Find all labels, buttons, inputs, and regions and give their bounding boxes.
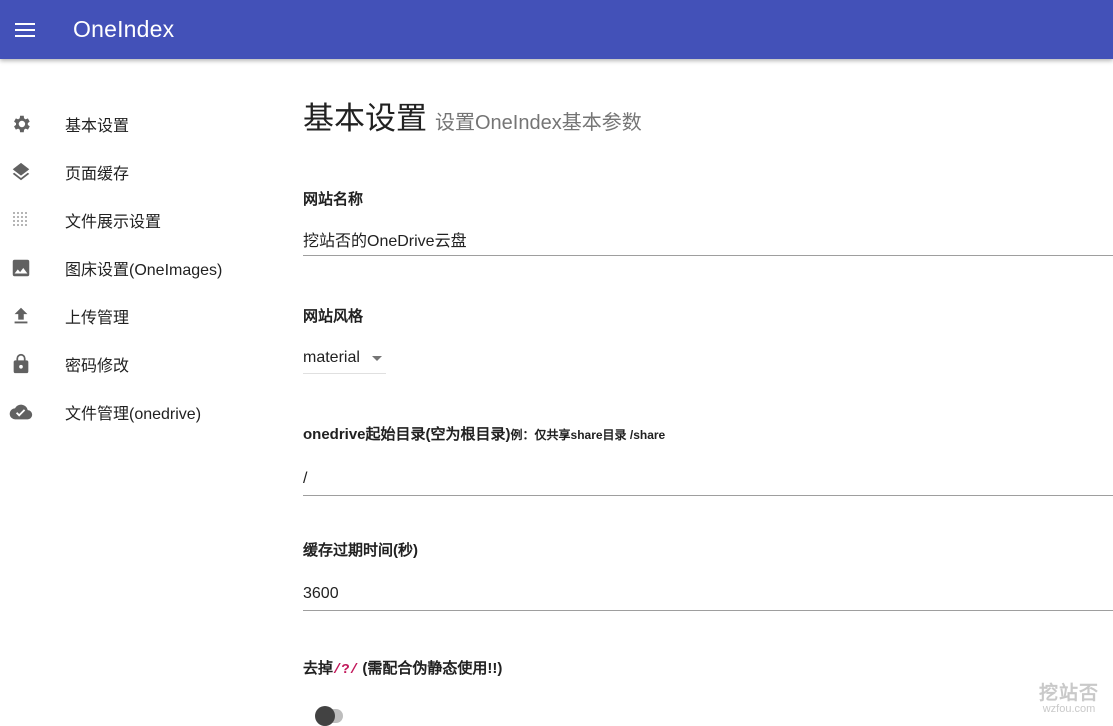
- page-subtitle: 设置OneIndex基本参数: [435, 112, 642, 134]
- lock-icon: [0, 352, 42, 376]
- gear-icon: [0, 112, 42, 136]
- cloud-done-icon: [0, 400, 42, 424]
- root-dir-hint: 例：仅共享share目录 /share: [510, 428, 666, 442]
- cache-expire-label: 缓存过期时间(秒): [303, 542, 418, 559]
- dropdown-arrow-icon: [371, 355, 382, 361]
- cache-expire-field: 缓存过期时间(秒): [303, 539, 1113, 611]
- site-name-input[interactable]: [303, 223, 1113, 256]
- root-dir-field: onedrive起始目录(空为根目录)例：仅共享share目录 /share: [303, 423, 1113, 496]
- sidebar-item-page-cache[interactable]: 页面缓存: [0, 148, 270, 196]
- image-icon: [0, 256, 42, 280]
- sidebar-item-label: 页面缓存: [65, 166, 130, 183]
- layers-icon: [0, 160, 42, 184]
- watermark-sub: wzfou.com: [1042, 703, 1096, 715]
- sidebar-item-label: 上传管理: [65, 310, 130, 327]
- root-dir-label: onedrive起始目录(空为根目录)例：仅共享share目录 /share: [303, 423, 1113, 444]
- menu-button[interactable]: [0, 5, 50, 55]
- sidebar-item-file-management[interactable]: 文件管理(onedrive): [0, 388, 270, 436]
- grid-dots-icon: [0, 208, 42, 232]
- remove-qs-field: 去掉/?/ (需配合伪静态使用!!): [303, 657, 1113, 726]
- main-content: 基本设置 设置OneIndex基本参数 网站名称 网站风格 material o…: [303, 93, 1113, 726]
- remove-qs-code: /?/: [333, 662, 359, 678]
- remove-qs-label-prefix: 去掉: [303, 660, 334, 677]
- remove-qs-label: 去掉/?/ (需配合伪静态使用!!): [303, 657, 1113, 678]
- cache-expire-input[interactable]: [303, 578, 1113, 611]
- root-dir-label-text: onedrive起始目录(空为根目录): [303, 426, 511, 443]
- root-dir-input[interactable]: [303, 463, 1113, 496]
- menu-icon: [15, 22, 35, 37]
- page-heading: 基本设置 设置OneIndex基本参数: [303, 93, 1113, 139]
- sidebar-item-password[interactable]: 密码修改: [0, 340, 270, 388]
- app-title: OneIndex: [73, 16, 175, 42]
- sidebar-item-label: 图床设置(OneImages): [65, 262, 223, 279]
- app-bar: OneIndex: [0, 0, 1113, 59]
- site-name-label: 网站名称: [303, 191, 364, 208]
- watermark: 挖站否 wzfou.com: [1039, 678, 1099, 715]
- site-style-field: 网站风格 material: [303, 305, 1113, 374]
- sidebar-item-basic-settings[interactable]: 基本设置: [0, 100, 270, 148]
- watermark-main: 挖站否: [1038, 683, 1099, 704]
- site-style-label: 网站风格: [303, 308, 364, 325]
- toggle-thumb: [315, 706, 335, 726]
- sidebar-item-label: 密码修改: [65, 358, 130, 375]
- upload-icon: [0, 304, 42, 328]
- sidebar-item-label: 文件管理(onedrive): [65, 406, 202, 423]
- sidebar-item-upload-management[interactable]: 上传管理: [0, 292, 270, 340]
- remove-qs-label-suffix: (需配合伪静态使用!!): [358, 660, 503, 677]
- sidebar-item-label: 文件展示设置: [65, 214, 162, 231]
- page-title: 基本设置: [303, 101, 427, 136]
- site-name-field: 网站名称: [303, 188, 1113, 256]
- sidebar: 基本设置 页面缓存 文件展示设置 图床设置(OneImages) 上传管理 密码…: [0, 100, 270, 436]
- site-style-select[interactable]: material: [303, 343, 386, 374]
- sidebar-item-file-display[interactable]: 文件展示设置: [0, 196, 270, 244]
- site-style-selected: material: [303, 349, 360, 366]
- sidebar-item-label: 基本设置: [65, 118, 130, 135]
- sidebar-item-image-hosting[interactable]: 图床设置(OneImages): [0, 244, 270, 292]
